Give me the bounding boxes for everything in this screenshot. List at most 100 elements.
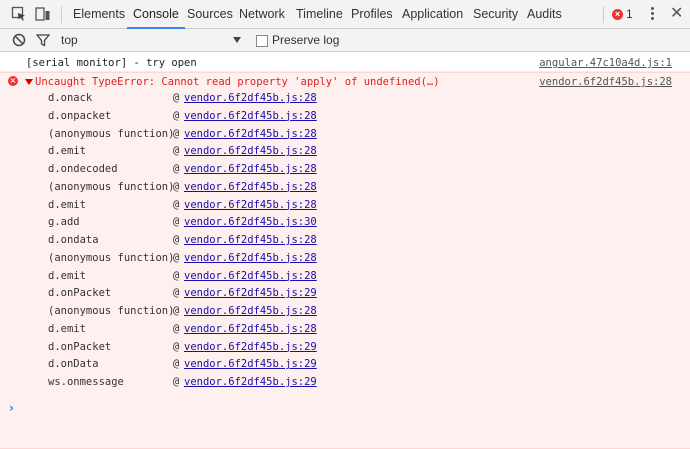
stack-frame-row: (anonymous function) @ vendor.6f2df45b.js:… [0,303,690,321]
stack-frame-source-link[interactable]: vendor.6f2df45b.js:28 [184,92,317,104]
stack-frame-row: d.onData @ vendor.6f2df45b.js:29 [0,356,690,374]
stack-frame-row: (anonymous function) @ vendor.6f2df45b.js:… [0,126,690,144]
stack-frame-source-link[interactable]: vendor.6f2df45b.js:28 [184,270,317,282]
devtools-tabbar: Elements Console Sources Network Timeline Pro… [0,0,690,29]
stack-frame-at: @ [173,376,180,388]
stack-frame-row: d.onpacket @ vendor.6f2df45b.js:28 [0,108,690,126]
filter-icon[interactable] [36,33,50,47]
stack-frame-row: (anonymous function) @ vendor.6f2df45b.js:… [0,250,690,268]
stack-frame-function: (anonymous function) [48,251,175,264]
stack-frame-function: d.emit [48,198,86,211]
close-devtools-icon[interactable]: ✕ [670,6,683,22]
device-toolbar-icon[interactable] [35,6,51,22]
stack-frame-source-link[interactable]: vendor.6f2df45b.js:28 [184,145,317,157]
preserve-log-checkbox[interactable] [256,35,268,47]
stack-frame-source-link[interactable]: vendor.6f2df45b.js:28 [184,181,317,193]
stack-frame-at: @ [173,145,180,158]
error-icon: × [8,76,18,86]
stack-frame-function: (anonymous function) [48,127,175,140]
context-selector[interactable]: top [61,29,78,52]
stack-frame-function: d.emit [48,145,86,158]
stack-frame-function: d.onData [48,358,99,371]
tab-sources[interactable]: Sources [187,0,233,28]
stack-frame-function: g.add [48,216,80,229]
log-message-source-link[interactable]: angular.47c10a4d.js:1 [539,57,672,69]
stack-frame-source-link[interactable]: vendor.6f2df45b.js:28 [184,234,317,246]
stack-frame-function: d.onack [48,92,93,104]
stack-frame-function: d.ondata [48,234,99,246]
stack-frame-source-link[interactable]: vendor.6f2df45b.js:28 [184,305,317,317]
tab-audits[interactable]: Audits [527,0,562,28]
inspect-element-icon[interactable] [11,6,27,22]
more-options-icon[interactable] [648,7,656,23]
stack-frame-at: @ [173,358,180,371]
log-message-text: [serial monitor] - try open [26,57,197,69]
stack-frame-at: @ [173,109,180,122]
stack-frame-function: (anonymous function) [48,305,175,317]
stack-frame-row: d.emit @ vendor.6f2df45b.js:28 [0,143,690,161]
stack-frame-source-link[interactable]: vendor.6f2df45b.js:28 [184,110,317,122]
error-message-text[interactable]: Uncaught TypeError: Cannot read property… [35,76,440,88]
stack-frame-function: (anonymous function) [48,180,175,193]
stack-frame-at: @ [173,198,180,211]
stack-frame-source-link[interactable]: vendor.6f2df45b.js:28 [184,252,317,264]
stack-frame-source-link[interactable]: vendor.6f2df45b.js:30 [184,216,317,228]
clear-console-icon[interactable] [12,33,26,47]
error-count-icon[interactable]: × [612,9,623,20]
tab-console[interactable]: Console [127,0,185,29]
tabbar-separator [61,6,62,23]
console-error-message: × Uncaught TypeError: Cannot read proper… [0,72,690,449]
expand-triangle-icon[interactable] [25,79,33,85]
stack-frame-function: d.emit [48,269,86,282]
stack-frame-row: d.onPacket @ vendor.6f2df45b.js:29 [0,285,690,303]
stack-frame-row: d.onPacket @ vendor.6f2df45b.js:29 [0,339,690,357]
stack-frame-at: @ [173,163,180,175]
stack-frame-source-link[interactable]: vendor.6f2df45b.js:29 [184,358,317,370]
stack-frame-row: d.onack @ vendor.6f2df45b.js:28 [0,90,690,108]
stack-frame-function: ws.onmessage [48,376,124,388]
preserve-log-label[interactable]: Preserve log [272,29,339,52]
tabbar-separator [603,6,604,23]
stack-frame-at: @ [173,92,180,104]
stack-frame-row: ws.onmessage @ vendor.6f2df45b.js:29 [0,374,690,392]
console-log-message: [serial monitor] - try open angular.47c1… [0,55,690,72]
stack-frame-at: @ [173,305,180,317]
stack-frame-at: @ [173,127,180,140]
stack-frame-source-link[interactable]: vendor.6f2df45b.js:29 [184,287,317,299]
error-count[interactable]: 1 [626,0,633,29]
stack-frame-function: d.ondecoded [48,163,118,175]
stack-frame-at: @ [173,322,180,335]
stack-frame-row: d.emit @ vendor.6f2df45b.js:28 [0,321,690,339]
tab-timeline[interactable]: Timeline [296,0,343,28]
stack-frame-source-link[interactable]: vendor.6f2df45b.js:28 [184,163,317,175]
stack-frame-at: @ [173,251,180,264]
stack-frame-source-link[interactable]: vendor.6f2df45b.js:28 [184,128,317,140]
stack-frame-row: (anonymous function) @ vendor.6f2df45b.js:… [0,179,690,197]
console-filter-bar: top Preserve log [0,29,690,52]
stack-frame-source-link[interactable]: vendor.6f2df45b.js:29 [184,376,317,388]
console-output: [serial monitor] - try open angular.47c1… [0,52,690,449]
stack-frame-source-link[interactable]: vendor.6f2df45b.js:28 [184,323,317,335]
stack-frame-row: d.ondata @ vendor.6f2df45b.js:28 [0,232,690,250]
chevron-down-icon[interactable] [233,37,241,43]
stack-frame-at: @ [173,216,180,229]
stack-frame-function: d.onPacket [48,340,112,353]
stack-frame-at: @ [173,234,180,246]
stack-frame-at: @ [173,269,180,282]
stack-frame-function: d.onPacket [48,287,112,300]
stack-frame-row: g.add @ vendor.6f2df45b.js:30 [0,214,690,232]
stack-frame-source-link[interactable]: vendor.6f2df45b.js:29 [184,341,317,353]
console-prompt-icon[interactable]: › [9,401,14,415]
tab-security[interactable]: Security [473,0,518,28]
stack-frame-source-link[interactable]: vendor.6f2df45b.js:28 [184,199,317,211]
stack-frame-at: @ [173,180,180,193]
tab-application[interactable]: Application [402,0,463,28]
stack-frame-at: @ [173,340,180,353]
stack-frame-function: d.emit [48,322,86,335]
tab-network[interactable]: Network [239,0,285,28]
error-source-link[interactable]: vendor.6f2df45b.js:28 [539,76,672,88]
stack-frame-row: d.emit @ vendor.6f2df45b.js:28 [0,268,690,286]
stack-frame-at: @ [173,287,180,300]
tab-elements[interactable]: Elements [73,0,125,28]
tab-profiles[interactable]: Profiles [351,0,393,28]
